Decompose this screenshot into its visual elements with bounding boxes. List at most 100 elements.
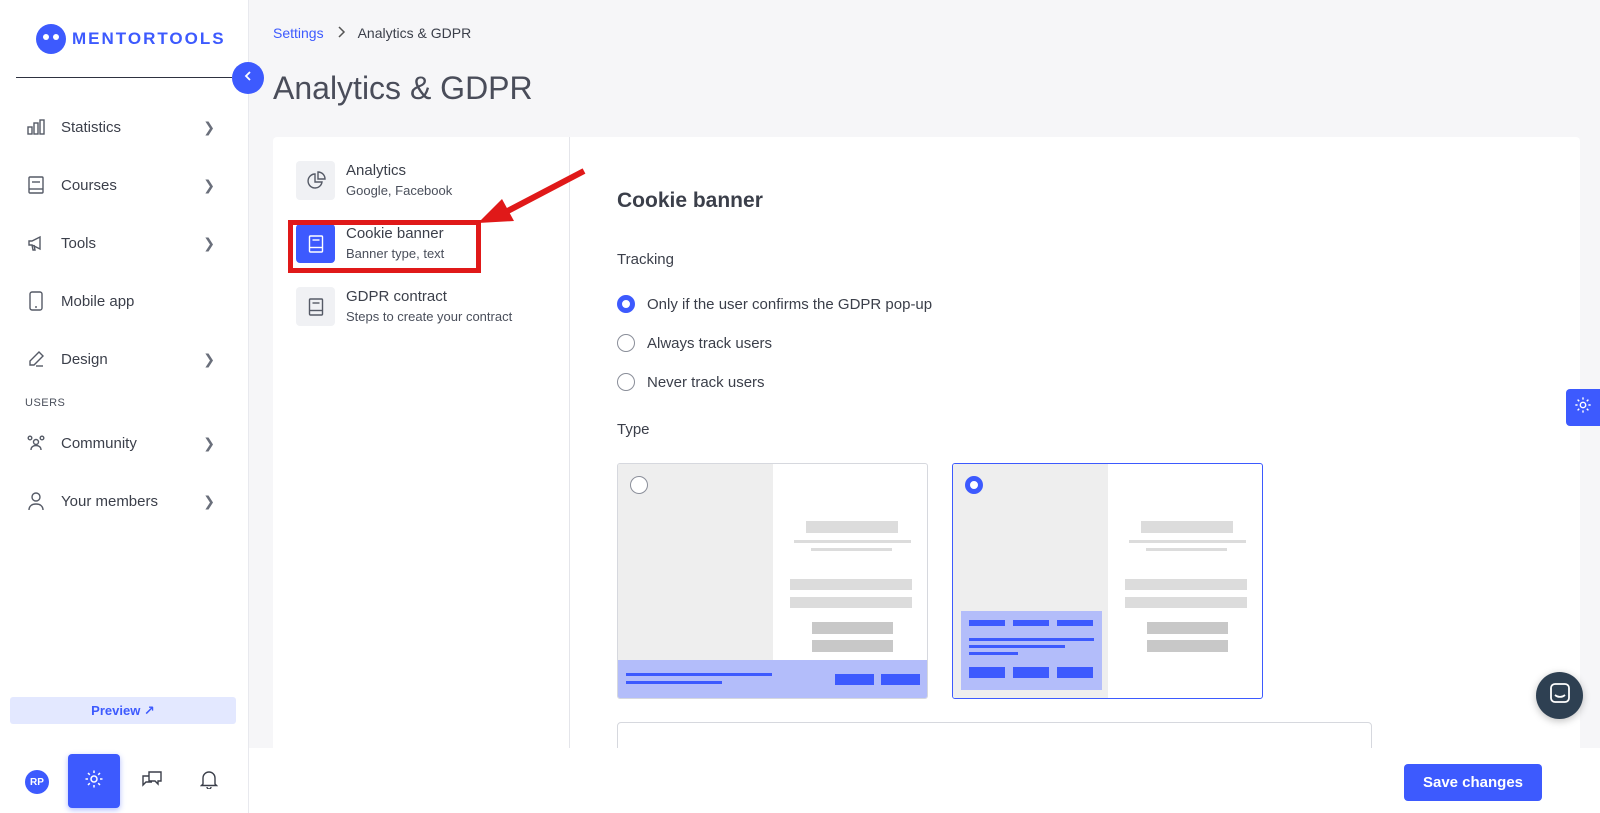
sidebar-item-label: Courses (61, 176, 117, 194)
sidebar-item-label: Statistics (61, 118, 122, 136)
chevron-right-icon: ❯ (203, 176, 215, 193)
placeholder-button (969, 667, 1005, 678)
tracking-option-never[interactable]: Never track users (617, 373, 765, 391)
divider (569, 137, 570, 813)
cookie-bar-preview (618, 660, 927, 698)
chevron-right-icon: ❯ (203, 434, 215, 451)
chevron-right-icon: ❯ (203, 234, 215, 251)
chat-icon (141, 769, 163, 794)
footer-bar: Save changes (249, 748, 1600, 813)
placeholder-line (794, 540, 911, 543)
placeholder-line (969, 645, 1065, 648)
breadcrumb: Settings Analytics & GDPR (273, 25, 471, 41)
sidebar-bottom-bar: RP (0, 752, 249, 808)
placeholder-line (969, 652, 1018, 655)
logo-icon (36, 24, 66, 54)
breadcrumb-current: Analytics & GDPR (357, 25, 472, 41)
radio-label: Always track users (647, 334, 773, 352)
type-label: Type (617, 421, 650, 438)
type-option-bottom-bar[interactable] (617, 463, 928, 699)
placeholder-button (1147, 640, 1228, 652)
placeholder-line (626, 673, 772, 676)
radio-label: Only if the user confirms the GDPR pop-u… (647, 295, 933, 313)
brand-logo[interactable]: MENTORTOOLS (36, 24, 226, 54)
pie-chart-icon (296, 161, 335, 200)
placeholder-line (1141, 521, 1233, 533)
chat-icon (1549, 682, 1571, 709)
radio-button[interactable] (617, 373, 635, 391)
divider (16, 77, 232, 78)
chevron-right-icon: ❯ (203, 118, 215, 135)
placeholder-line (626, 681, 722, 684)
bell-icon (199, 769, 219, 794)
sidebar-nav: Statistics ❯ Courses ❯ Tools ❯ Mobile ap… (0, 98, 249, 530)
placeholder-line (790, 597, 912, 608)
page-title: Analytics & GDPR (273, 70, 533, 106)
placeholder-line (1125, 597, 1247, 608)
tracking-option-always[interactable]: Always track users (617, 334, 772, 352)
placeholder-button (812, 640, 893, 652)
sidebar-item-courses[interactable]: Courses ❯ (0, 156, 249, 214)
sidebar-item-label: Your members (61, 492, 158, 510)
settings-button[interactable] (68, 754, 120, 808)
megaphone-icon (25, 232, 47, 254)
subnav-item-analytics[interactable]: Analytics Google, Facebook (296, 161, 452, 200)
radio-button[interactable] (630, 476, 648, 494)
sidebar-item-label: Design (61, 350, 108, 368)
pencil-icon (25, 348, 47, 370)
chevron-right-icon: ❯ (203, 492, 215, 509)
chevron-right-icon (336, 25, 346, 41)
user-icon (25, 490, 47, 512)
support-chat-button[interactable] (1536, 672, 1583, 719)
breadcrumb-settings-link[interactable]: Settings (273, 25, 324, 41)
gear-icon (1574, 396, 1592, 419)
sidebar-item-design[interactable]: Design ❯ (0, 330, 249, 388)
sidebar-item-label: Tools (61, 234, 97, 252)
mobile-icon (25, 290, 47, 312)
avatar[interactable]: RP (25, 770, 49, 794)
placeholder-line (811, 548, 892, 551)
bar-chart-icon (25, 116, 47, 138)
placeholder-line (969, 620, 1005, 626)
community-icon (25, 432, 47, 454)
cookie-popup-preview (961, 611, 1102, 690)
save-changes-button[interactable]: Save changes (1404, 764, 1542, 801)
radio-button[interactable] (965, 476, 983, 494)
settings-card: Analytics Google, Facebook Cookie banner… (273, 137, 1580, 813)
subnav-desc: Google, Facebook (346, 183, 453, 198)
placeholder-button (835, 674, 874, 685)
placeholder-line (1146, 548, 1227, 551)
placeholder-line (1129, 540, 1246, 543)
tracking-label: Tracking (617, 251, 674, 268)
messages-button[interactable] (126, 754, 178, 808)
preview-button[interactable]: Preview ↗ (10, 697, 236, 724)
radio-button[interactable] (617, 334, 635, 352)
highlight-annotation-box (288, 220, 481, 273)
subnav-desc: Steps to create your contract (346, 309, 513, 324)
sidebar-item-label: Mobile app (61, 292, 135, 310)
type-option-popup-box[interactable] (952, 463, 1263, 699)
section-heading-users: USERS (25, 397, 66, 409)
subnav-title: GDPR contract (346, 288, 447, 305)
placeholder-button (881, 674, 920, 685)
sidebar-item-tools[interactable]: Tools ❯ (0, 214, 249, 272)
floating-settings-button[interactable] (1566, 389, 1600, 426)
document-icon (296, 287, 335, 326)
notifications-button[interactable] (183, 754, 235, 808)
radio-label: Never track users (647, 373, 765, 391)
subnav-item-gdpr-contract[interactable]: GDPR contract Steps to create your contr… (296, 287, 512, 326)
sidebar-item-label: Community (61, 434, 137, 452)
sidebar-item-your-members[interactable]: Your members ❯ (0, 472, 249, 530)
sidebar-item-community[interactable]: Community ❯ (0, 414, 249, 472)
tracking-option-gdpr-confirm[interactable]: Only if the user confirms the GDPR pop-u… (617, 295, 932, 313)
brand-name: MENTORTOOLS (72, 29, 226, 48)
section-title: Cookie banner (617, 189, 763, 212)
collapse-sidebar-button[interactable] (232, 62, 264, 94)
placeholder-line (1125, 579, 1247, 590)
sidebar-item-mobile-app[interactable]: Mobile app (0, 272, 249, 330)
radio-button[interactable] (617, 295, 635, 313)
sidebar-item-statistics[interactable]: Statistics ❯ (0, 98, 249, 156)
book-icon (25, 174, 47, 196)
placeholder-line (806, 521, 898, 533)
placeholder-line (1013, 620, 1049, 626)
